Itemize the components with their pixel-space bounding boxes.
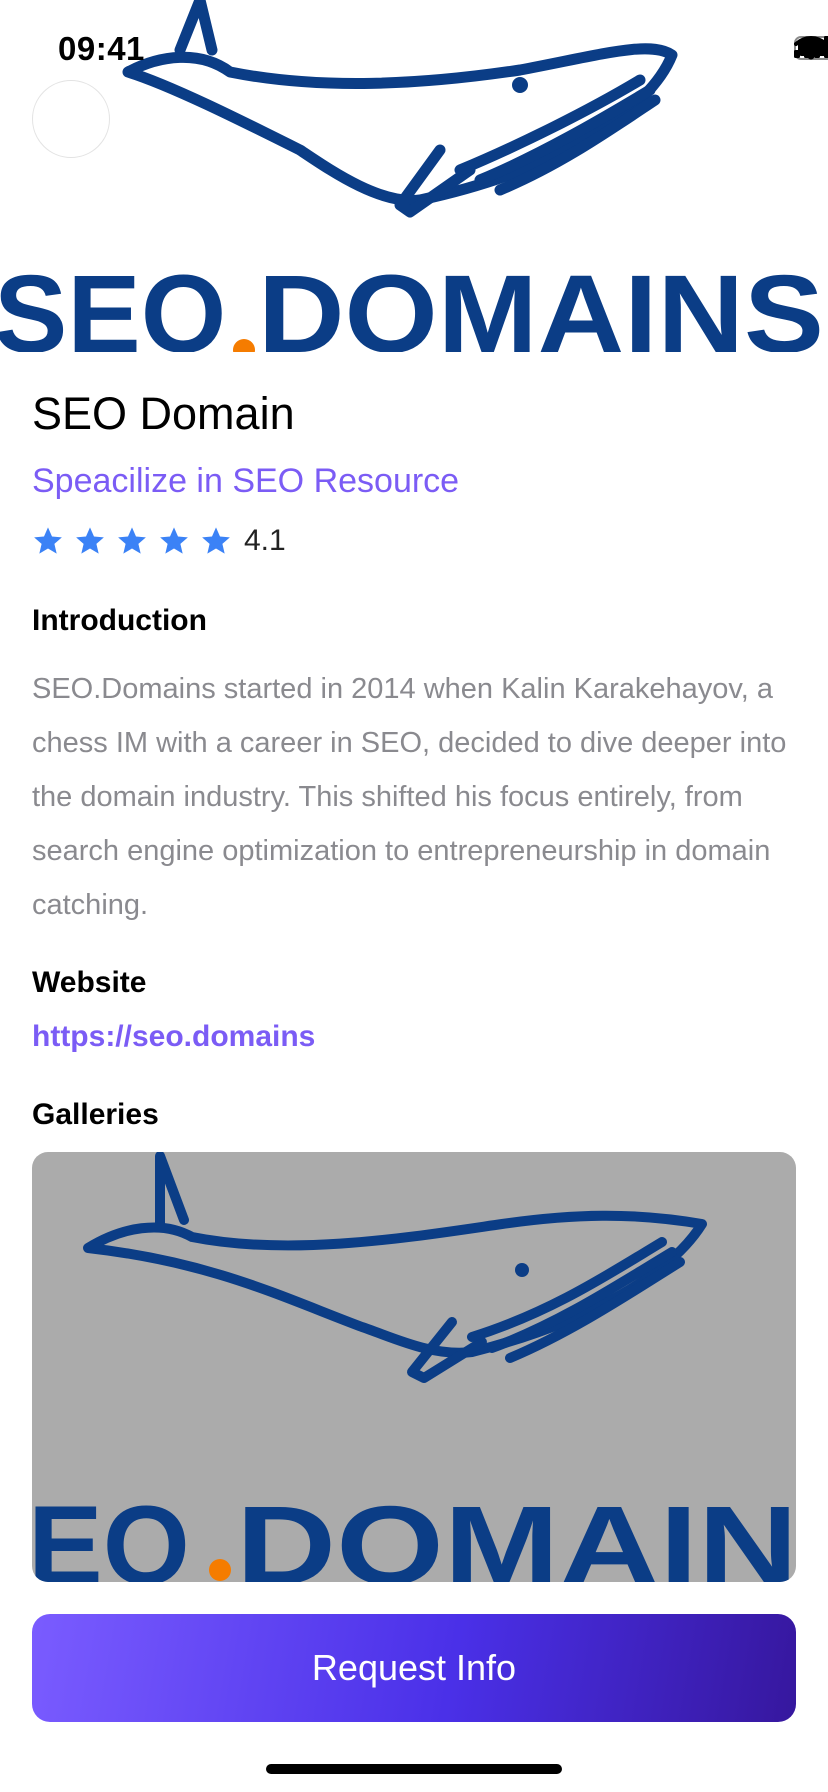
star-icon xyxy=(118,527,146,554)
gallery-logo-text-left: EO xyxy=(32,1483,190,1582)
home-indicator xyxy=(266,1764,562,1774)
star-icon xyxy=(202,527,230,554)
gallery-logo-dot xyxy=(209,1559,231,1581)
page-title: SEO Domain xyxy=(32,388,295,439)
introduction-heading: Introduction xyxy=(32,604,207,637)
hero-logo-text-left: SEO xyxy=(0,253,226,352)
galleries-heading: Galleries xyxy=(32,1098,159,1131)
page-subtitle: Speacilize in SEO Resource xyxy=(32,462,460,500)
gallery-image[interactable]: EO DOMAIN xyxy=(32,1152,796,1582)
gallery-logo-text-right: DOMAIN xyxy=(236,1483,796,1582)
back-button[interactable] xyxy=(32,80,110,158)
request-info-button[interactable]: Request Info xyxy=(32,1614,796,1722)
star-icon xyxy=(34,527,62,554)
website-heading: Website xyxy=(32,966,147,999)
status-time: 09:41 xyxy=(58,30,145,67)
hero-image: SEO DOMAINS 09:41 xyxy=(0,0,828,352)
star-icon xyxy=(76,527,104,554)
introduction-text: SEO.Domains started in 2014 when Kalin K… xyxy=(32,673,787,921)
gallery-whale-logo: EO DOMAIN xyxy=(32,1152,796,1582)
status-bar: 09:41 xyxy=(0,0,828,100)
website-link[interactable]: https://seo.domains xyxy=(32,1020,315,1054)
rating: 4.1 xyxy=(32,524,286,558)
battery-icon xyxy=(794,36,828,60)
rating-value: 4.1 xyxy=(244,524,286,557)
hero-logo-dot xyxy=(233,339,255,352)
hero-logo-text-right: DOMAINS xyxy=(258,253,824,352)
star-icon xyxy=(160,527,188,554)
